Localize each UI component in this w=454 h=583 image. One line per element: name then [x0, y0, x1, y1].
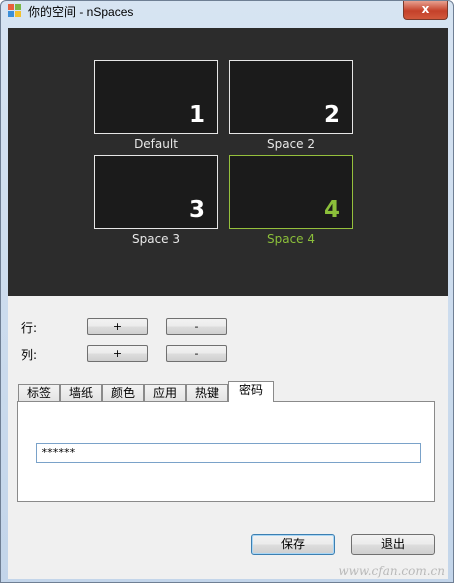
- tab-hotkeys[interactable]: 热键: [186, 384, 228, 402]
- add-column-button[interactable]: +: [87, 345, 148, 362]
- space-number: 1: [188, 102, 205, 128]
- watermark: www.cfan.com.cn: [338, 564, 445, 578]
- tab-colors[interactable]: 颜色: [102, 384, 144, 402]
- space-tile-3[interactable]: 3: [94, 155, 218, 229]
- columns-label: 列:: [21, 348, 38, 362]
- client-area: 1 Default 2 Space 2 3 Space 3 4 Space 4 …: [8, 28, 448, 579]
- tab-wallpaper[interactable]: 墙纸: [60, 384, 102, 402]
- spaces-preview-panel: 1 Default 2 Space 2 3 Space 3 4 Space 4: [8, 28, 448, 296]
- remove-column-button[interactable]: -: [166, 345, 227, 362]
- space-number: 3: [188, 197, 205, 223]
- tab-apps[interactable]: 应用: [144, 384, 186, 402]
- rows-label: 行:: [21, 321, 38, 335]
- space-number: 2: [323, 102, 340, 128]
- title-bar[interactable]: 你的空间 - nSpaces x: [1, 1, 453, 21]
- close-button[interactable]: x: [403, 1, 448, 20]
- space-label: Space 2: [266, 137, 316, 151]
- space-number: 4: [323, 197, 340, 223]
- password-tab-panel: ******: [17, 401, 435, 502]
- add-row-button[interactable]: +: [87, 318, 148, 335]
- space-tile-1[interactable]: 1: [94, 60, 218, 134]
- app-window: 你的空间 - nSpaces x 1 Default 2 Space 2 3 S…: [0, 0, 454, 583]
- space-label: Space 4: [266, 232, 316, 246]
- space-tile-2[interactable]: 2: [229, 60, 353, 134]
- tab-password[interactable]: 密码: [228, 381, 274, 402]
- remove-row-button[interactable]: -: [166, 318, 227, 335]
- window-title: 你的空间 - nSpaces: [28, 5, 134, 19]
- space-label: Space 3: [131, 232, 181, 246]
- password-field[interactable]: ******: [36, 443, 421, 463]
- space-label: Default: [134, 137, 178, 151]
- tab-labels[interactable]: 标签: [18, 384, 60, 402]
- space-tile-4[interactable]: 4: [229, 155, 353, 229]
- save-button[interactable]: 保存: [251, 534, 335, 555]
- exit-button[interactable]: 退出: [351, 534, 435, 555]
- app-logo-icon: [8, 4, 22, 18]
